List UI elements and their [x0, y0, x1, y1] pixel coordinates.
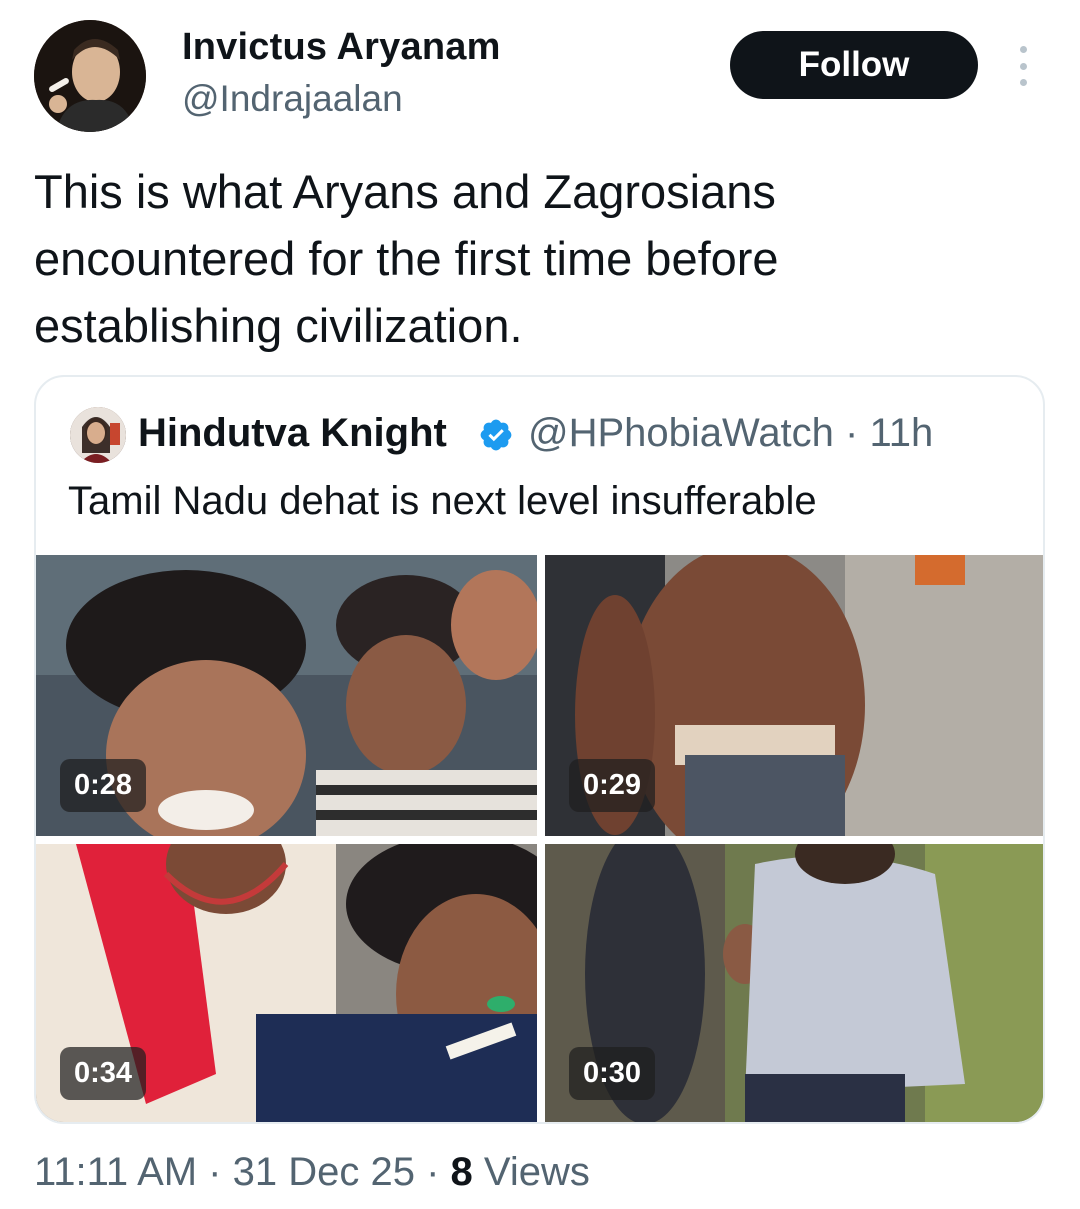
video-thumbnail[interactable]: 0:28 [36, 555, 537, 836]
author-avatar[interactable] [34, 20, 146, 132]
verified-badge-icon [480, 419, 512, 451]
quoted-author-avatar[interactable] [70, 407, 126, 463]
media-grid: 0:28 0:29 0:34 0:30 [36, 555, 1043, 1122]
more-options-icon[interactable] [1012, 46, 1034, 86]
tweet-metadata: 11:11 AM · 31 Dec 25 · 8 Views [34, 1150, 590, 1195]
author-display-name[interactable]: Invictus Aryanam [182, 26, 501, 69]
video-duration: 0:29 [569, 759, 656, 812]
views-count: 8 [450, 1150, 473, 1194]
quoted-display-name[interactable]: Hindutva Knight [138, 411, 447, 456]
tweet-text: This is what Aryans and Zagrosians encou… [34, 165, 779, 352]
video-thumbnail[interactable]: 0:34 [36, 844, 537, 1122]
video-duration: 0:28 [60, 759, 147, 812]
author-handle[interactable]: @Indrajaalan [182, 78, 403, 120]
video-thumbnail[interactable]: 0:29 [545, 555, 1043, 836]
tweet-timestamp[interactable]: 11:11 AM · 31 Dec 25 · [34, 1150, 451, 1194]
quoted-tweet-text: Tamil Nadu dehat is next level insuffera… [68, 479, 817, 523]
views-label: Views [472, 1150, 590, 1194]
follow-button[interactable]: Follow [730, 31, 978, 99]
quoted-handle-and-time[interactable]: @HPhobiaWatch · 11h [528, 411, 933, 456]
video-thumbnail[interactable]: 0:30 [545, 844, 1043, 1122]
video-duration: 0:30 [569, 1047, 656, 1100]
video-duration: 0:34 [60, 1047, 147, 1100]
quoted-tweet-card[interactable]: Hindutva Knight @HPhobiaWatch · 11h Tami… [34, 375, 1045, 1124]
